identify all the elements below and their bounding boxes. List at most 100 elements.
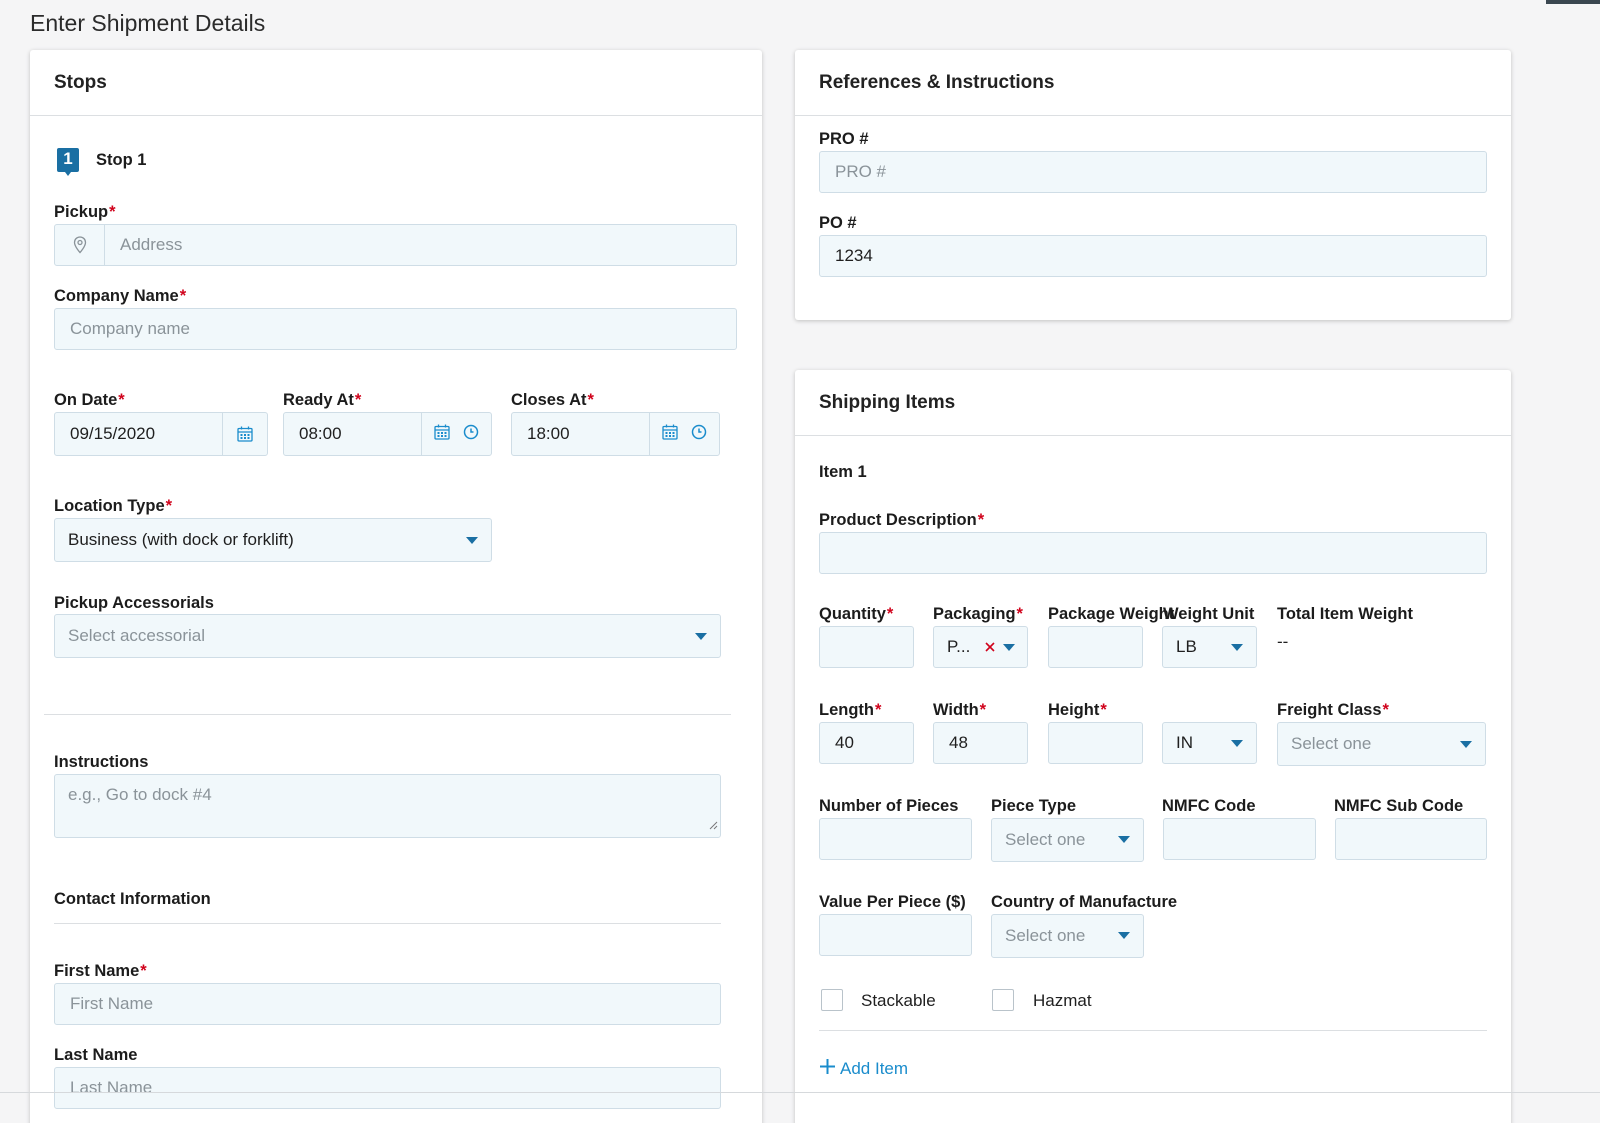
pickup-accessorials-select[interactable]: Select accessorial bbox=[54, 614, 721, 658]
calendar-icon[interactable] bbox=[662, 424, 678, 445]
chevron-down-icon bbox=[1231, 644, 1243, 651]
total-item-weight-label: Total Item Weight bbox=[1277, 605, 1413, 623]
clock-icon[interactable] bbox=[463, 424, 479, 445]
plus-icon bbox=[819, 1058, 836, 1080]
quantity-label: Quantity* bbox=[819, 605, 894, 623]
number-of-pieces-field[interactable] bbox=[819, 818, 972, 860]
stackable-checkbox[interactable] bbox=[821, 989, 843, 1011]
stops-header: Stops bbox=[30, 50, 762, 116]
shipping-items-header: Shipping Items bbox=[795, 370, 1511, 436]
chevron-down-icon bbox=[695, 633, 707, 640]
chevron-down-icon bbox=[1231, 740, 1243, 747]
pickup-address-field[interactable]: Address bbox=[54, 224, 737, 266]
closes-at-field[interactable]: 18:00 bbox=[511, 412, 720, 456]
pro-number-field[interactable]: PRO # bbox=[819, 151, 1487, 193]
nmfc-code-field[interactable] bbox=[1163, 818, 1316, 860]
chevron-down-icon bbox=[1118, 836, 1130, 843]
product-description-field[interactable] bbox=[819, 532, 1487, 574]
value-per-piece-label: Value Per Piece ($) bbox=[819, 893, 966, 911]
item-title: Item 1 bbox=[819, 463, 867, 481]
nmfc-code-label: NMFC Code bbox=[1162, 797, 1256, 815]
ready-at-picker bbox=[421, 413, 491, 455]
packaging-select[interactable]: P... bbox=[933, 626, 1028, 668]
company-name-label: Company Name* bbox=[54, 287, 187, 305]
last-name-field[interactable]: Last Name bbox=[54, 1067, 721, 1109]
references-card: References & Instructions PRO # PRO # PO… bbox=[795, 50, 1511, 320]
packaging-label: Packaging* bbox=[933, 605, 1023, 623]
product-description-label: Product Description* bbox=[819, 511, 985, 529]
pickup-label: Pickup* bbox=[54, 203, 116, 221]
length-field[interactable]: 40 bbox=[819, 722, 914, 764]
chevron-down-icon bbox=[1003, 644, 1015, 651]
company-name-field[interactable]: Company name bbox=[54, 308, 737, 350]
chevron-down-icon bbox=[466, 537, 478, 544]
stops-card: Stops 1 Stop 1 Pickup* Address Company N… bbox=[30, 50, 762, 1123]
page-bottom-border bbox=[0, 1092, 1600, 1093]
references-header: References & Instructions bbox=[795, 50, 1511, 116]
location-pin-icon bbox=[55, 225, 105, 265]
quantity-field[interactable] bbox=[819, 626, 914, 668]
width-label: Width* bbox=[933, 701, 987, 719]
nmfc-sub-code-field[interactable] bbox=[1335, 818, 1487, 860]
top-tab-indicator bbox=[1546, 0, 1600, 4]
stop-number-badge: 1 bbox=[56, 148, 80, 176]
value-per-piece-field[interactable] bbox=[819, 914, 972, 956]
shipping-items-card: Shipping Items Item 1 Product Descriptio… bbox=[795, 370, 1511, 1123]
piece-type-select[interactable]: Select one bbox=[991, 818, 1144, 862]
on-date-label: On Date* bbox=[54, 391, 125, 409]
closes-at-picker bbox=[649, 413, 719, 455]
piece-type-label: Piece Type bbox=[991, 797, 1076, 815]
clock-icon[interactable] bbox=[691, 424, 707, 445]
weight-unit-label: Weight Unit bbox=[1163, 605, 1255, 623]
height-field[interactable] bbox=[1048, 722, 1143, 764]
pro-number-label: PRO # bbox=[819, 130, 869, 148]
country-of-manufacture-select[interactable]: Select one bbox=[991, 914, 1144, 958]
ready-at-label: Ready At* bbox=[283, 391, 362, 409]
weight-unit-select[interactable]: LB bbox=[1162, 626, 1257, 668]
hazmat-label: Hazmat bbox=[1033, 991, 1092, 1010]
nmfc-sub-code-label: NMFC Sub Code bbox=[1334, 797, 1464, 815]
pickup-accessorials-label: Pickup Accessorials bbox=[54, 594, 214, 612]
dimension-unit-select[interactable]: IN bbox=[1162, 722, 1257, 764]
location-type-select[interactable]: Business (with dock or forklift) bbox=[54, 518, 492, 562]
total-item-weight-value: -- bbox=[1277, 632, 1289, 651]
instructions-label: Instructions bbox=[54, 753, 149, 771]
stop-number: 1 bbox=[63, 149, 73, 168]
height-label: Height* bbox=[1048, 701, 1107, 719]
package-weight-label: Package Weight bbox=[1048, 605, 1175, 623]
resize-handle-icon[interactable] bbox=[708, 815, 718, 835]
po-number-label: PO # bbox=[819, 214, 857, 232]
po-number-field[interactable]: 1234 bbox=[819, 235, 1487, 277]
section-divider bbox=[44, 714, 731, 715]
calendar-icon[interactable] bbox=[222, 413, 267, 455]
calendar-icon[interactable] bbox=[434, 424, 450, 445]
add-item-label: Add Item bbox=[840, 1059, 909, 1078]
ready-at-field[interactable]: 08:00 bbox=[283, 412, 492, 456]
width-field[interactable]: 48 bbox=[933, 722, 1028, 764]
stop-label: Stop 1 bbox=[96, 151, 147, 169]
instructions-textarea[interactable]: e.g., Go to dock #4 bbox=[54, 774, 721, 838]
on-date-field[interactable]: 09/15/2020 bbox=[54, 412, 268, 456]
add-item-button[interactable]: Add Item bbox=[819, 1058, 908, 1080]
contact-divider bbox=[54, 923, 721, 924]
first-name-label: First Name* bbox=[54, 962, 147, 980]
items-divider bbox=[819, 1030, 1487, 1031]
chevron-down-icon bbox=[1460, 741, 1472, 748]
clear-icon[interactable] bbox=[984, 638, 996, 658]
length-label: Length* bbox=[819, 701, 882, 719]
stackable-label: Stackable bbox=[861, 991, 936, 1010]
location-type-label: Location Type* bbox=[54, 497, 173, 515]
page-title: Enter Shipment Details bbox=[30, 10, 266, 36]
first-name-field[interactable]: First Name bbox=[54, 983, 721, 1025]
closes-at-label: Closes At* bbox=[511, 391, 594, 409]
chevron-down-icon bbox=[1118, 932, 1130, 939]
hazmat-checkbox[interactable] bbox=[992, 989, 1014, 1011]
number-of-pieces-label: Number of Pieces bbox=[819, 797, 959, 815]
last-name-label: Last Name bbox=[54, 1046, 138, 1064]
contact-info-heading: Contact Information bbox=[54, 890, 211, 908]
freight-class-select[interactable]: Select one bbox=[1277, 722, 1486, 766]
pickup-address-placeholder: Address bbox=[120, 235, 183, 254]
package-weight-field[interactable] bbox=[1048, 626, 1143, 668]
country-of-manufacture-label: Country of Manufacture bbox=[991, 893, 1178, 911]
freight-class-label: Freight Class* bbox=[1277, 701, 1389, 719]
